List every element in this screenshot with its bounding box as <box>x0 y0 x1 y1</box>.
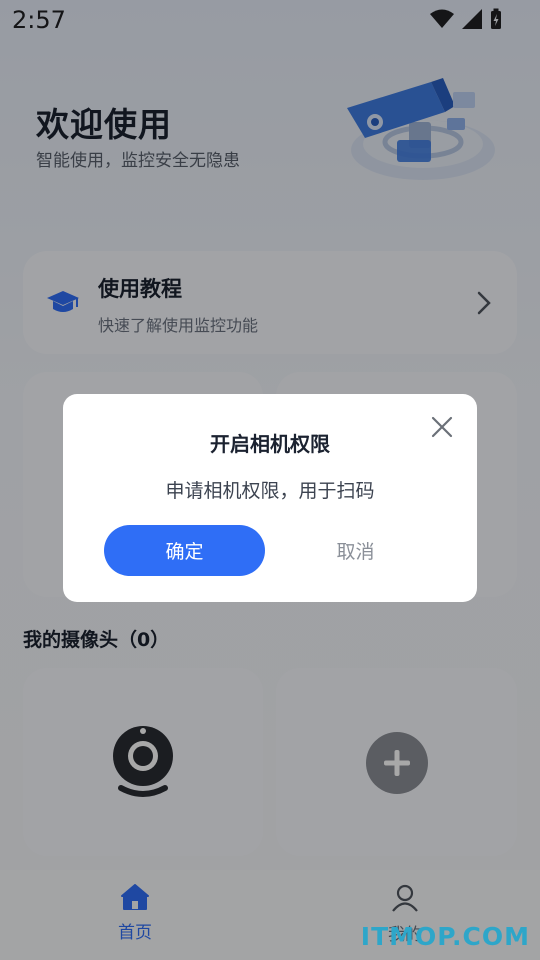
dialog-message: 申请相机权限，用于扫码 <box>165 480 375 502</box>
close-icon[interactable] <box>431 416 453 438</box>
camera-permission-dialog: 开启相机权限 申请相机权限，用于扫码 确定 取消 <box>63 394 477 602</box>
cancel-button[interactable]: 取消 <box>295 525 416 576</box>
watermark-logo: ITMOP.COM <box>360 922 530 951</box>
confirm-button[interactable]: 确定 <box>104 525 265 576</box>
dialog-title: 开启相机权限 <box>210 432 330 456</box>
